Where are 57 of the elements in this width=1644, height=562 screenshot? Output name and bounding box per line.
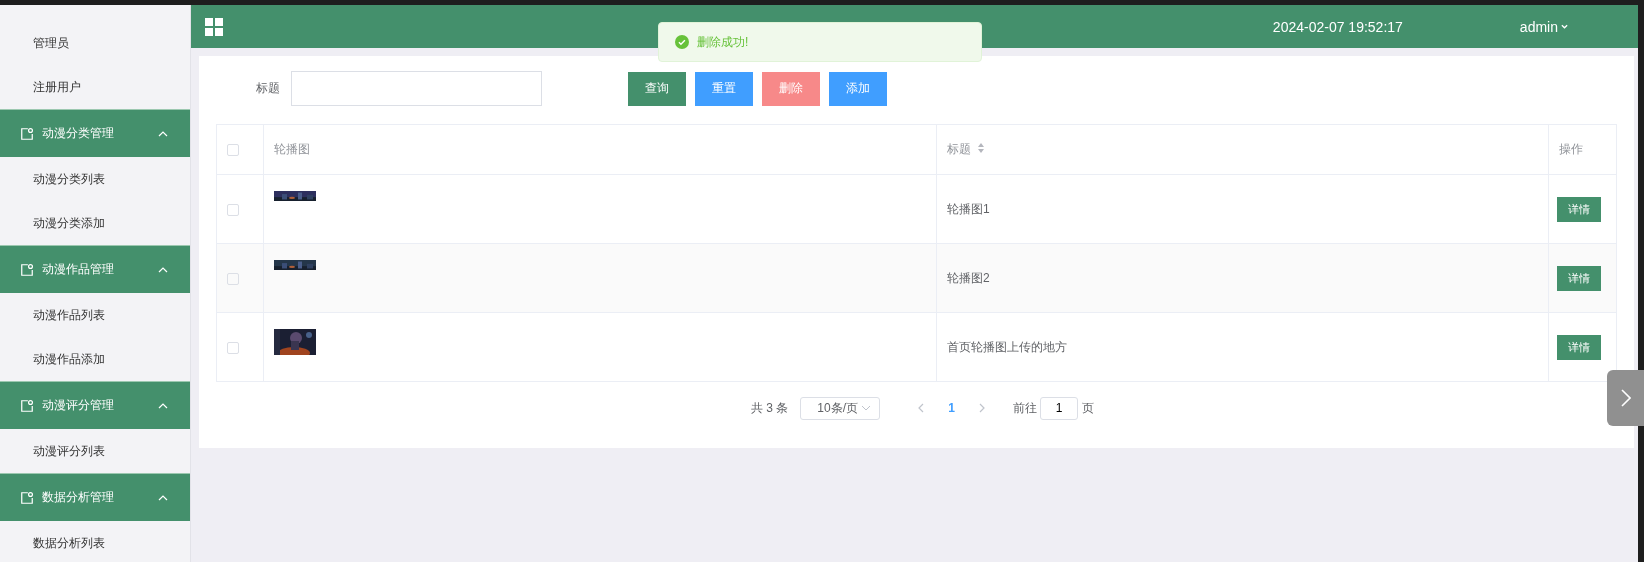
title-input[interactable] [291, 71, 542, 106]
sidebar-group[interactable]: 动漫作品管理 [0, 245, 190, 293]
check-circle-icon [675, 35, 689, 49]
detail-button[interactable]: 详情 [1557, 196, 1601, 222]
folder-icon [20, 262, 34, 277]
row-checkbox[interactable] [227, 203, 239, 216]
table-cell: 轮播图2 [936, 243, 1549, 313]
detail-button[interactable]: 详情 [1557, 334, 1601, 360]
sidebar-group[interactable]: 动漫评分管理 [0, 381, 190, 429]
toast-text: 删除成功! [697, 33, 749, 51]
next-page-icon[interactable] [979, 403, 985, 413]
table-cell: 轮播图1 [936, 174, 1549, 244]
folder-icon [20, 398, 34, 413]
caret-icon [1561, 24, 1568, 29]
goto-label: 前往 [1013, 399, 1037, 417]
sort-icon[interactable] [977, 142, 985, 154]
chevron-icon [158, 494, 168, 501]
page-label: 页 [1082, 399, 1094, 417]
datetime: 2024-02-07 19:52:17 [1272, 18, 1403, 35]
column-header: 标题 [936, 124, 1549, 175]
select-all-checkbox[interactable] [227, 144, 239, 157]
query-button[interactable]: 查询 [628, 71, 686, 106]
page-size-select[interactable]: 10条/页 [800, 396, 881, 420]
detail-button[interactable]: 详情 [1557, 265, 1601, 291]
delete-button[interactable]: 删除 [762, 71, 820, 106]
row-checkbox[interactable] [227, 341, 239, 354]
column-header: 轮播图 [263, 124, 937, 175]
user-menu[interactable]: admin [1519, 18, 1568, 35]
sidebar-item[interactable]: 注册用户 [0, 65, 190, 109]
sidebar-item[interactable]: 动漫分类列表 [0, 157, 190, 201]
chevron-right-icon [1620, 389, 1631, 407]
chevron-icon [158, 130, 168, 137]
sidebar-item[interactable]: 动漫作品添加 [0, 337, 190, 381]
previous-page-icon[interactable] [918, 403, 925, 413]
title-label: 标题 [256, 80, 280, 97]
add-button[interactable]: 添加 [829, 71, 887, 106]
total-count: 共 3 条 [751, 399, 789, 417]
sidebar-item[interactable]: 数据分析列表 [0, 521, 190, 562]
sidebar-group[interactable]: 动漫分类管理 [0, 109, 190, 157]
caret-icon [861, 405, 872, 411]
page-number[interactable]: 1 [938, 401, 965, 415]
sidebar-group[interactable]: 数据分析管理 [0, 473, 190, 521]
row-checkbox[interactable] [227, 272, 239, 285]
chevron-icon [158, 402, 168, 409]
table-cell: 首页轮播图上传的地方 [936, 312, 1549, 382]
sidebar-item[interactable]: 动漫分类添加 [0, 201, 190, 245]
page-input[interactable]: 1 [1040, 396, 1078, 420]
expand-panel-button[interactable] [1607, 370, 1644, 426]
grid-menu-icon[interactable] [205, 17, 223, 36]
reset-button[interactable]: 重置 [695, 71, 753, 106]
column-header: 操作 [1548, 124, 1617, 175]
sidebar-item[interactable]: 管理员 [0, 21, 190, 65]
folder-icon [20, 490, 34, 505]
chevron-icon [158, 266, 168, 273]
sidebar-item[interactable]: 动漫评分列表 [0, 429, 190, 473]
folder-icon [20, 126, 34, 141]
sidebar-item[interactable]: 动漫作品列表 [0, 293, 190, 337]
